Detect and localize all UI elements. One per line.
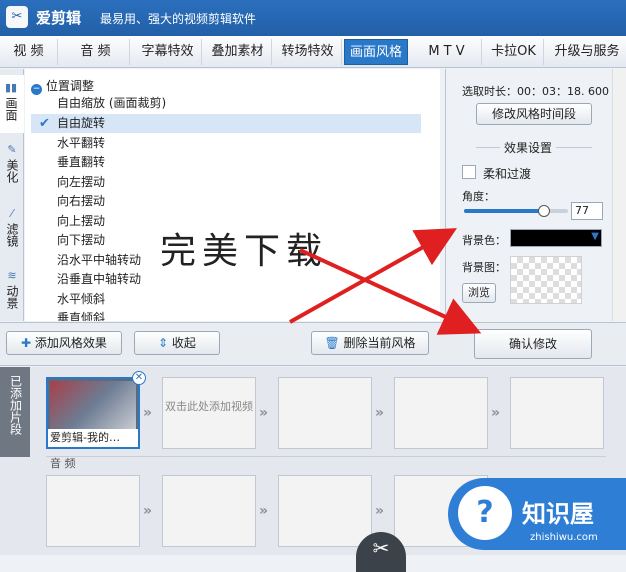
brand-name: 知识屋 bbox=[522, 500, 594, 528]
brand-watermark: ? 知识屋 zhishiwu.com bbox=[448, 478, 626, 550]
annotation-arrows bbox=[289, 228, 482, 335]
red-arrow-down bbox=[299, 248, 482, 335]
brand-url: zhishiwu.com bbox=[530, 532, 598, 543]
help-person-icon: ? bbox=[458, 486, 512, 540]
